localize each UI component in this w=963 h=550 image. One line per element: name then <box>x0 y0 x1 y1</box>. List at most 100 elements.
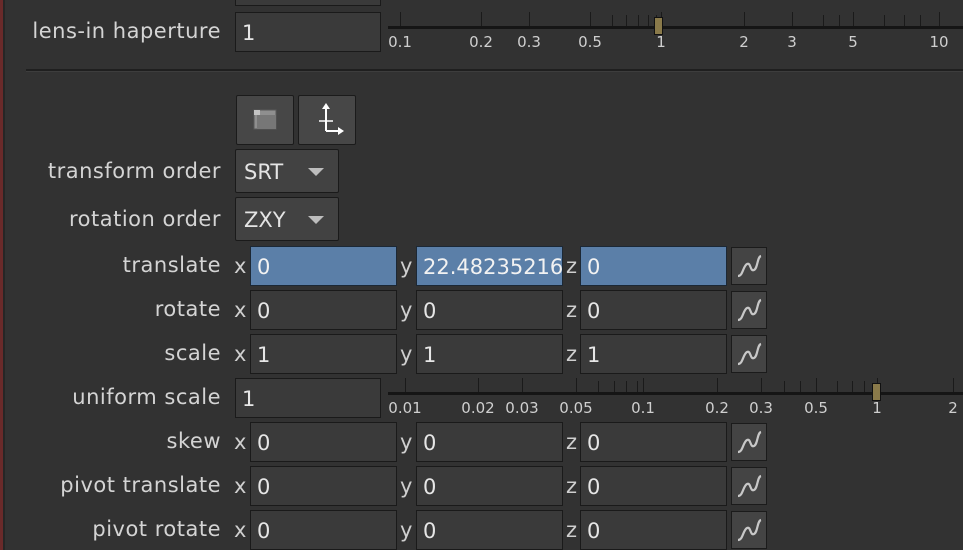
slider-scale-label: 1 <box>656 33 666 51</box>
slider-scale-label: 0.3 <box>517 33 541 51</box>
translate-x-input[interactable]: 0 <box>250 246 397 286</box>
y-axis-label: y <box>400 254 413 278</box>
scale-x-input[interactable]: 1 <box>250 334 397 374</box>
slider-tick <box>904 15 905 26</box>
scale-label: scale <box>164 341 221 365</box>
section-divider <box>26 69 963 72</box>
x-axis-label: x <box>234 518 247 542</box>
uniform-scale-input[interactable]: 1 <box>235 378 381 418</box>
translate-label: translate <box>122 253 221 277</box>
skew-x-input[interactable]: 0 <box>250 422 397 462</box>
slider-major-tick <box>792 12 793 26</box>
chevron-down-icon <box>308 168 324 176</box>
rotate-animation-button[interactable] <box>731 291 767 329</box>
pivot-rotate-animation-button[interactable] <box>731 511 767 549</box>
slider-tick <box>837 381 838 392</box>
skew-z-input[interactable]: 0 <box>580 422 727 462</box>
translate-y-input[interactable]: 22.48235216 <box>416 246 563 286</box>
lens-in-haperture-input[interactable]: 1 <box>235 12 381 52</box>
slider-major-tick <box>590 12 591 26</box>
slider-tick <box>626 381 627 392</box>
animation-curve-icon <box>737 430 762 454</box>
x-axis-label: x <box>234 254 247 278</box>
slider-tick <box>637 381 638 392</box>
slider-major-tick <box>853 12 854 26</box>
rotate-z-input[interactable]: 0 <box>580 290 727 330</box>
lens-in-haperture-slider[interactable]: 0.1 0.2 0.3 0.5 1 2 3 5 10 <box>388 10 963 60</box>
previous-field-partial[interactable] <box>235 0 381 6</box>
slider-scale-label: 0.02 <box>461 399 495 417</box>
rotation-order-label: rotation order <box>68 207 221 231</box>
slider-scale-label: 0.5 <box>578 33 602 51</box>
slider-major-tick <box>478 378 479 392</box>
rotation-order-dropdown[interactable]: ZXY <box>235 197 339 241</box>
axis-gizmo-button[interactable] <box>298 95 356 145</box>
pivot-rotate-x-input[interactable]: 0 <box>250 510 397 550</box>
folder-button[interactable] <box>236 95 294 145</box>
pivot-translate-label: pivot translate <box>60 473 221 497</box>
y-axis-label: y <box>400 474 413 498</box>
skew-y-input[interactable]: 0 <box>416 422 563 462</box>
folder-icon <box>253 109 277 130</box>
z-axis-label: z <box>566 430 578 454</box>
skew-animation-button[interactable] <box>731 423 767 461</box>
rotate-y-input[interactable]: 0 <box>416 290 563 330</box>
scale-y-input[interactable]: 1 <box>416 334 563 374</box>
pivot-translate-x-input[interactable]: 0 <box>250 466 397 506</box>
z-axis-label: z <box>566 342 578 366</box>
slider-major-tick <box>939 12 940 26</box>
slider-scale-label: 10 <box>929 33 949 51</box>
slider-tick <box>784 381 785 392</box>
y-axis-label: y <box>400 518 413 542</box>
slider-tick <box>864 381 865 392</box>
slider-thumb[interactable] <box>654 17 663 35</box>
slider-major-tick <box>953 378 954 392</box>
x-axis-label: x <box>234 298 247 322</box>
pivot-translate-animation-button[interactable] <box>731 467 767 505</box>
slider-tick <box>920 15 921 26</box>
animation-curve-icon <box>737 254 762 278</box>
slider-scale-label: 0.03 <box>505 399 539 417</box>
chevron-down-icon <box>308 216 324 224</box>
uniform-scale-slider[interactable]: 0.01 0.02 0.03 0.05 0.1 0.2 0.3 0.5 1 2 <box>388 376 963 426</box>
pivot-rotate-y-input[interactable]: 0 <box>416 510 563 550</box>
z-axis-label: z <box>566 518 578 542</box>
slider-scale-label: 2 <box>739 33 749 51</box>
pivot-rotate-z-input[interactable]: 0 <box>580 510 727 550</box>
scale-animation-button[interactable] <box>731 335 767 373</box>
slider-scale-label: 2 <box>948 399 958 417</box>
animation-curve-icon <box>737 518 762 542</box>
slider-tick <box>638 15 639 26</box>
slider-tick <box>612 15 613 26</box>
uniform-scale-label: uniform scale <box>72 385 221 409</box>
scale-z-input[interactable]: 1 <box>580 334 727 374</box>
slider-major-tick <box>481 12 482 26</box>
slider-major-tick <box>816 378 817 392</box>
z-axis-label: z <box>566 474 578 498</box>
pivot-translate-y-input[interactable]: 0 <box>416 466 563 506</box>
translate-z-input[interactable]: 0 <box>580 246 727 286</box>
transform-order-label: transform order <box>47 159 221 183</box>
rotate-x-input[interactable]: 0 <box>250 290 397 330</box>
slider-scale-label: 3 <box>787 33 797 51</box>
transform-order-dropdown[interactable]: SRT <box>235 149 339 193</box>
y-axis-label: y <box>400 298 413 322</box>
slider-major-tick <box>744 12 745 26</box>
pivot-translate-z-input[interactable]: 0 <box>580 466 727 506</box>
slider-scale-label: 0.1 <box>631 399 655 417</box>
animation-curve-icon <box>737 342 762 366</box>
lens-in-haperture-label: lens-in haperture <box>32 19 221 43</box>
translate-animation-button[interactable] <box>731 247 767 285</box>
slider-scale-label: 5 <box>848 33 858 51</box>
slider-tick <box>884 15 885 26</box>
slider-major-tick <box>643 378 644 392</box>
x-axis-label: x <box>234 342 247 366</box>
rotation-order-value: ZXY <box>244 208 286 232</box>
y-axis-label: y <box>400 342 413 366</box>
slider-scale-label: 0.1 <box>388 33 412 51</box>
skew-label: skew <box>166 429 221 453</box>
x-axis-label: x <box>234 474 247 498</box>
slider-thumb[interactable] <box>872 383 881 401</box>
slider-tick <box>852 381 853 392</box>
rotate-label: rotate <box>154 297 221 321</box>
